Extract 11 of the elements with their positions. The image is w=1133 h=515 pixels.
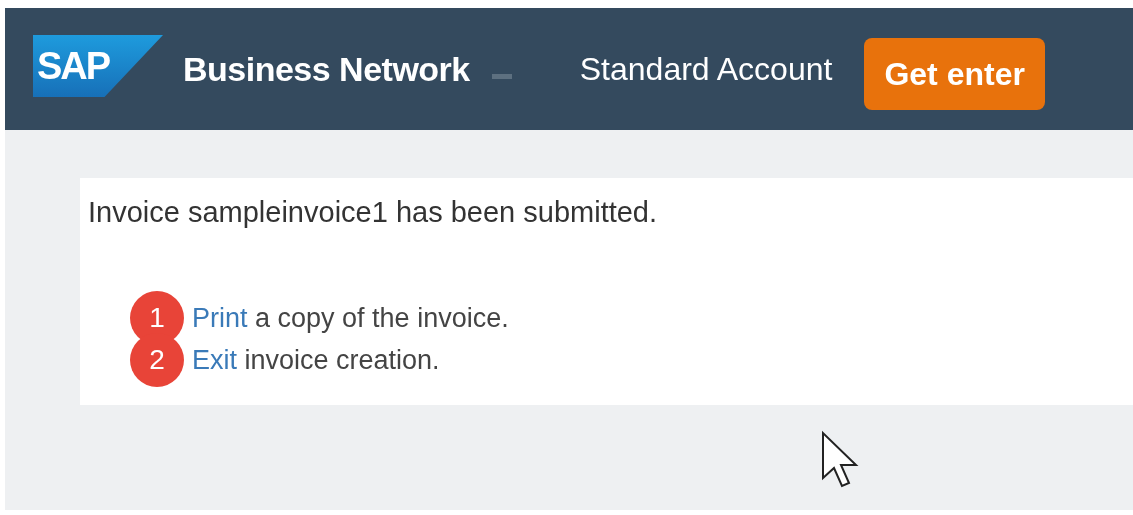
caret-icon[interactable]: [491, 72, 512, 80]
step-link[interactable]: Exit: [192, 344, 237, 375]
upgrade-button[interactable]: Get enter: [864, 38, 1045, 110]
product-title[interactable]: Business Network: [183, 49, 470, 89]
step-text: Print a copy of the invoice.: [192, 302, 509, 334]
cursor-icon: [820, 430, 860, 490]
step-link[interactable]: Print: [192, 302, 248, 333]
confirmation-message: Invoice sampleinvoice1 has been submitted.: [88, 196, 659, 229]
account-label: Standard Account: [579, 50, 833, 88]
step-text: Exit invoice creation.: [192, 344, 440, 376]
sap-logo[interactable]: SAP: [33, 35, 163, 97]
